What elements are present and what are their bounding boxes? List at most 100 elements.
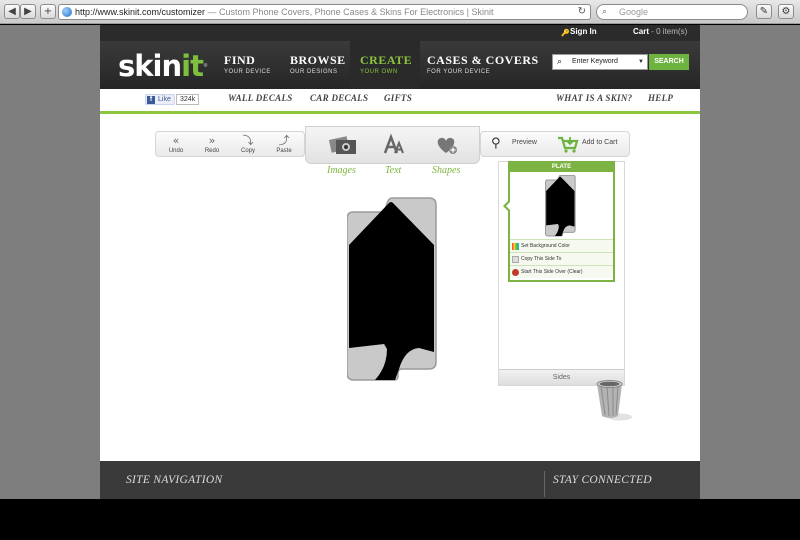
start-side-over-label: Start This Side Over (Clear) [521,269,583,275]
back-icon: ◀ [8,6,16,17]
facebook-like-button[interactable]: f Like [145,94,175,105]
plate-title: PLATE [510,163,613,172]
media-toolbar [305,126,480,164]
plus-icon: + [43,6,53,17]
edit-toolbar: «Undo » Redo ⤵ Copy ⤴ Paste [155,131,305,157]
redo-icon: » [208,134,216,147]
site-footer: SITE NAVIGATION STAY CONNECTED [100,461,700,499]
main-nav: skinit® FIND YOUR DEVICE BROWSE OUR DESI… [100,41,700,89]
skinit-logo[interactable]: skinit® [118,51,208,81]
set-background-color-label: Set Background Color [521,243,570,249]
skinit-site: 🔑 Sign In Cart - 0 item(s) skinit® FIND … [100,25,700,499]
nav-cases-covers[interactable]: CASES & COVERS FOR YOUR DEVICE [427,53,539,75]
plate-pointer-inner [506,201,511,211]
copy-this-side-option[interactable]: Copy This Side To [510,252,613,265]
shapes-label[interactable]: Shapes [432,165,460,176]
stay-connected-heading: STAY CONNECTED [553,474,652,486]
back-button[interactable]: ◀ [4,4,20,19]
redo-label: Redo [204,148,220,154]
facebook-icon: f [147,96,155,104]
nav-browse[interactable]: BROWSE OUR DESIGNS [290,53,346,75]
settings-icon[interactable]: ⚙ [778,4,794,19]
paste-button[interactable]: ⤴ Paste [267,134,301,154]
browser-toolbar: ◀ ▶ + http://www.skinit.com/customizer —… [0,0,800,24]
top-strip: 🔑 Sign In Cart - 0 item(s) [100,25,700,41]
nav-browse-title: BROWSE [290,53,346,67]
nav-create[interactable]: CREATE YOUR OWN [360,53,412,75]
paste-icon: ⤴ [278,134,290,147]
copy-icon: ⤵ [242,134,254,147]
magnifier-icon: ⚲ [491,136,501,151]
facebook-like-count: 324k [176,94,200,105]
nav-find-sub: YOUR DEVICE [224,69,271,75]
set-background-color-option[interactable]: Set Background Color [510,239,613,252]
keyword-placeholder: Enter Keyword [572,58,618,65]
search-icon: ⌕ [602,7,608,17]
copy-button[interactable]: ⤵ Copy [231,134,265,154]
keyword-search-input[interactable]: ⌕ Enter Keyword ▼ [552,54,648,70]
preview-button[interactable]: Preview [512,139,537,146]
cart-link[interactable]: Cart - 0 item(s) [633,27,687,36]
help-link[interactable]: HELP [648,93,673,103]
wall-decals-link[interactable]: WALL DECALS [228,93,293,103]
undo-button[interactable]: «Undo [159,134,193,154]
url-text: http://www.skinit.com/customizer [75,7,206,17]
text-icon [383,133,404,154]
undo-icon: « [172,134,180,147]
phone-design-canvas[interactable] [347,197,437,383]
images-icon [328,136,356,154]
plate-thumbnail[interactable] [544,175,577,237]
chevron-down-icon[interactable]: ▼ [638,55,644,69]
nav-find-title: FIND [224,53,256,67]
copy-this-side-label: Copy This Side To [521,256,562,262]
sub-nav: f Like 324k WALL DECALS CAR DECALS GIFTS … [100,89,700,114]
page-title-text: — Custom Phone Covers, Phone Cases & Ski… [205,7,494,17]
browser-search-placeholder: Google [619,7,649,17]
search-button[interactable]: SEARCH [649,54,689,70]
text-label[interactable]: Text [385,165,401,176]
add-to-cart-button[interactable]: Add to Cart [582,139,617,146]
site-navigation-heading: SITE NAVIGATION [126,474,223,486]
plate-side-card[interactable]: PLATE Set Background Color Copy This Sid… [508,161,615,282]
start-side-over-option[interactable]: Start This Side Over (Clear) [510,265,613,278]
footer-divider [544,471,545,497]
images-button[interactable] [328,133,358,157]
preview-cart-toolbar: ⚲ Preview Add to Cart [480,131,630,157]
copy-label: Copy [240,148,255,154]
add-tab-button[interactable]: + [40,4,56,19]
reload-icon[interactable]: ↻ [578,5,586,19]
logo-main-text: skin [118,49,182,83]
bookmarks-icon[interactable]: ✎ [756,4,772,19]
clear-icon [512,269,519,276]
nav-cases-title: CASES & COVERS [427,53,539,67]
forward-button[interactable]: ▶ [20,4,36,19]
copy-side-icon [512,256,519,263]
redo-button[interactable]: » Redo [195,134,229,154]
logo-accent-text: it [181,49,204,83]
trash-can-icon[interactable] [594,380,634,422]
car-decals-link[interactable]: CAR DECALS [310,93,368,103]
logo-tm: ® [202,63,208,69]
heart-plus-icon [437,137,457,154]
nav-browse-sub: OUR DESIGNS [290,69,338,75]
cart-count: - 0 item(s) [649,27,688,36]
nav-create-sub: YOUR OWN [360,69,398,75]
search-icon: ⌕ [557,57,563,67]
nav-find[interactable]: FIND YOUR DEVICE [224,53,271,75]
browser-search-input[interactable]: ⌕ Google [596,4,748,20]
images-label[interactable]: Images [327,165,356,176]
key-icon: 🔑 [561,30,570,37]
forward-icon: ▶ [24,6,32,17]
globe-icon [62,7,72,17]
sign-in-link[interactable]: Sign In [570,27,597,36]
address-bar[interactable]: http://www.skinit.com/customizer — Custo… [58,4,591,20]
text-button[interactable] [379,133,409,157]
nav-cases-sub: FOR YOUR DEVICE [427,69,491,75]
gifts-link[interactable]: GIFTS [384,93,412,103]
shapes-button[interactable] [432,133,462,157]
what-is-a-skin-link[interactable]: WHAT IS A SKIN? [556,93,632,103]
paste-label: Paste [276,148,292,154]
cart-label: Cart [633,27,650,36]
undo-label: Undo [168,148,184,154]
cart-icon [558,136,579,153]
